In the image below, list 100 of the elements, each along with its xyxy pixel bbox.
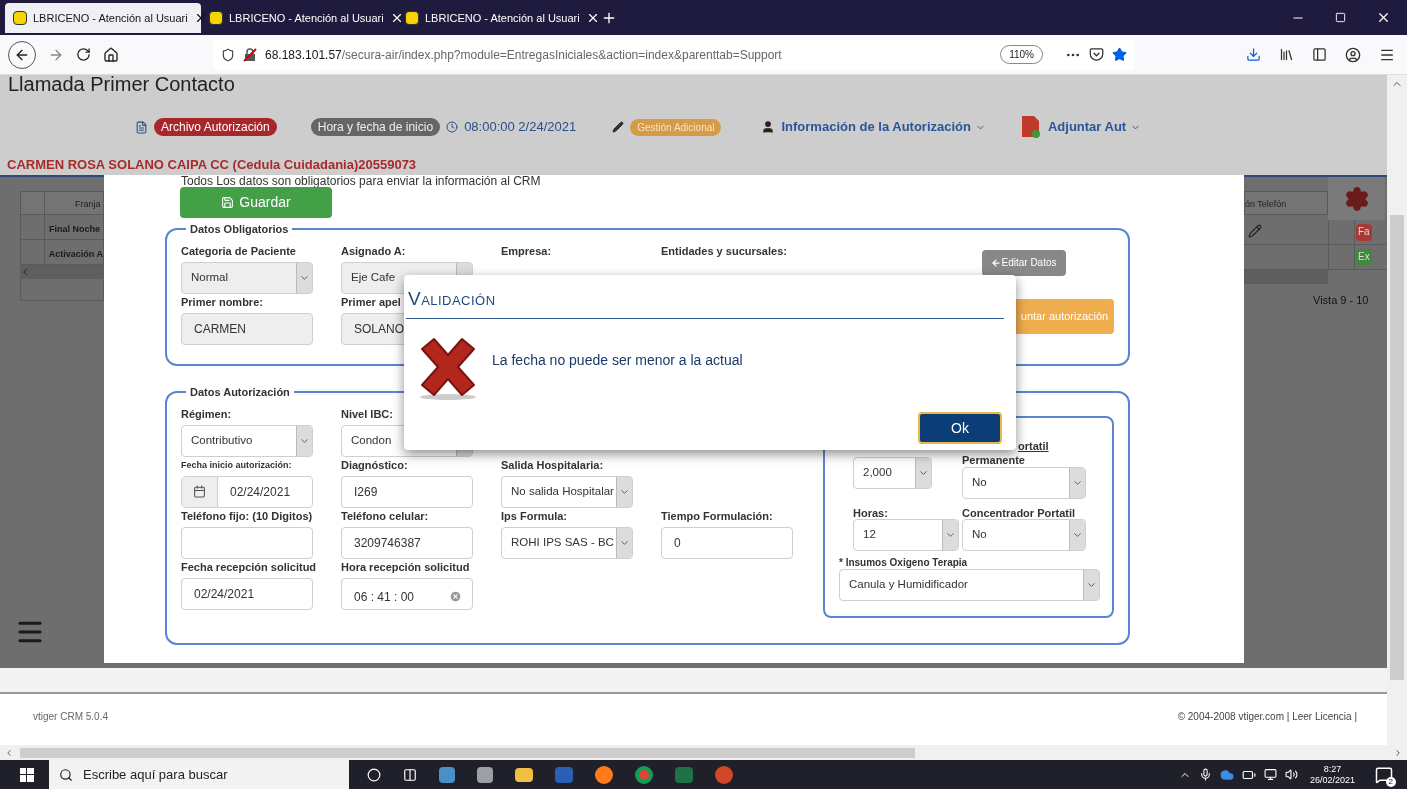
field-label: Nivel IBC: [341, 406, 393, 422]
tab-title: LBRICENO - Atención al Usuari [229, 10, 384, 26]
dropdown[interactable]: No [962, 467, 1086, 499]
sidebar-icon[interactable] [1312, 47, 1327, 62]
account-icon[interactable] [1345, 46, 1361, 63]
start-time: 08:00:00 2/24/2021 [464, 118, 577, 137]
status-badge: Ex [1356, 249, 1372, 266]
folder-icon[interactable] [515, 767, 533, 782]
copyright-text: © 2004-2008 vtiger.com | Leer Licencia | [1177, 710, 1357, 724]
tab-title: LBRICENO - Atención al Usuari [425, 10, 580, 26]
excel-icon[interactable] [675, 766, 693, 783]
address-bar[interactable]: 68.183.101.57/secura-air/index.php?module=EntregasIniciales&action=index&parenttab=Support 110% [213, 39, 1135, 70]
status-badge: Hora y fecha de inicio [310, 118, 441, 136]
dialog-title: Validación [407, 287, 497, 311]
section-title: Datos Obligatorios [189, 222, 290, 237]
dropdown[interactable]: 2,000 [853, 457, 932, 489]
table-cell-text: Final Noche [48, 223, 100, 236]
version-text: vtiger CRM 5.0.4 [33, 710, 109, 724]
app-icon[interactable] [439, 766, 455, 783]
microphone-icon[interactable] [1198, 768, 1212, 781]
dropdown[interactable]: No salida Hospitalar [501, 475, 633, 508]
input-field[interactable]: 02/24/2021 [181, 577, 313, 610]
download-icon[interactable] [1246, 47, 1261, 62]
browser-tab[interactable]: LBRICENO - Atención al Usuari [201, 3, 397, 33]
field-label: Primer apel [341, 294, 401, 310]
patient-name: CARMEN ROSA SOLANO CAIPA CC (Cedula Cuidadania)20559073 [6, 156, 418, 174]
tab-title: LBRICENO - Atención al Usuari [33, 10, 188, 26]
cortana-circle-icon[interactable] [367, 767, 381, 782]
app-icon[interactable] [477, 766, 493, 783]
field-label: Fecha inicio autorización: [181, 458, 292, 472]
field-label: ortatil [1018, 438, 1050, 454]
field-label: Asignado A: [341, 243, 406, 259]
pdf-file-icon [1019, 115, 1042, 139]
close-icon[interactable] [1376, 10, 1391, 25]
arrow-left-icon [991, 257, 1002, 268]
shield-icon [221, 47, 235, 62]
section-title: Datos Autorización [189, 385, 291, 400]
search-icon [59, 767, 73, 782]
field-label: Ips Formula: [501, 508, 567, 524]
dropdown[interactable]: Canula y Humidificador [839, 569, 1100, 601]
input-field[interactable]: I269 [341, 475, 473, 508]
horizontal-scrollbar[interactable] [0, 745, 1407, 760]
dropdown[interactable]: No [962, 519, 1086, 551]
task-view-icon[interactable] [403, 767, 417, 782]
field-label: Primer nombre: [181, 294, 263, 310]
network-icon[interactable] [1263, 768, 1277, 781]
restore-icon[interactable] [1335, 12, 1346, 23]
field-label: Concentrador Portatil [962, 506, 1077, 519]
firefox-icon[interactable] [595, 765, 613, 784]
new-tab-icon[interactable] [601, 10, 617, 26]
input-field[interactable] [181, 526, 313, 559]
save-icon [221, 196, 235, 209]
info-menu[interactable]: Información de la Autorización [781, 117, 986, 137]
time-field[interactable]: 06 : 41 : 00 [341, 577, 473, 610]
status-badge: Archivo Autorización [154, 118, 277, 136]
windows-logo-icon[interactable] [20, 767, 34, 782]
person-icon [761, 120, 776, 134]
clock[interactable]: 8:27 26/02/2021 [1305, 763, 1359, 786]
field-label: Régimen: [181, 406, 232, 422]
bookmark-star-icon[interactable] [1112, 47, 1127, 62]
ok-button[interactable]: Ok [918, 412, 1002, 444]
input-field[interactable]: 0 [661, 526, 793, 559]
home-icon[interactable] [103, 46, 119, 63]
scroll-left-icon[interactable] [4, 747, 14, 758]
notifications-icon[interactable] [1375, 765, 1393, 784]
page-title: Llamada Primer Contacto [7, 75, 236, 93]
library-icon[interactable] [1279, 47, 1294, 62]
scrollbar[interactable] [20, 265, 104, 279]
search-field[interactable]: Escribe aquí para buscar [49, 760, 349, 789]
insecure-lock-icon [243, 47, 257, 62]
chrome-icon[interactable] [635, 765, 653, 784]
word-icon[interactable] [555, 766, 573, 783]
input-field[interactable]: 3209746387 [341, 526, 473, 559]
scroll-right-icon[interactable] [1393, 747, 1403, 758]
scrollbar[interactable] [1244, 270, 1328, 284]
field-label: * Insumos Oxigeno Terapia [839, 556, 969, 569]
table-cell-text: Activación A [47, 248, 103, 261]
url-text: 68.183.101.57/secura-air/index.php?module=EntregasIniciales&action=index&parenttab=Support [265, 46, 782, 64]
dropdown[interactable]: Contributivo [181, 424, 313, 457]
pocket-icon[interactable] [1089, 47, 1104, 62]
document-icon [135, 120, 148, 134]
reload-icon[interactable] [76, 47, 91, 62]
site-icon [209, 11, 223, 25]
status-badge: Fa [1356, 224, 1372, 241]
field-label: Teléfono celular: [341, 508, 429, 524]
browser-tab[interactable]: LBRICENO - Atención al Usuari [397, 3, 593, 33]
powerpoint-icon[interactable] [715, 765, 733, 784]
date-field[interactable]: 02/24/2021 [181, 475, 313, 508]
clock-icon [446, 121, 459, 133]
volume-icon[interactable] [1284, 768, 1298, 781]
vertical-scrollbar[interactable] [1387, 75, 1407, 745]
notification-count: 2 [1385, 776, 1396, 787]
cloud-icon[interactable] [1219, 767, 1234, 782]
field-label: Empresa: [501, 243, 552, 259]
settings-icon[interactable] [1343, 185, 1370, 212]
attach-menu[interactable]: Adjuntar Aut [1047, 117, 1142, 137]
dropdown[interactable]: 12 [853, 519, 959, 551]
dropdown[interactable]: ROHI IPS SAS - BC [501, 526, 633, 559]
field-label: Hora recepción solicitud [341, 559, 470, 575]
edit-data-button[interactable]: Editar Datos [982, 249, 1066, 276]
